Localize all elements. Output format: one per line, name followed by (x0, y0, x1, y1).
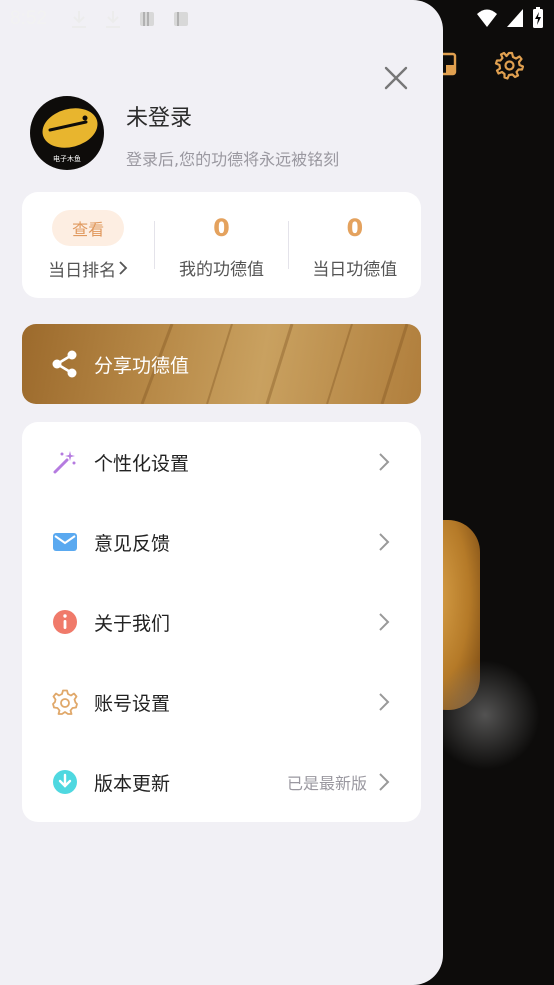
version-status-text: 已是最新版 (286, 774, 367, 793)
chevron-right-icon (119, 261, 128, 275)
side-drawer: 电子木鱼 未登录 登录后,您的功德将永远被铭刻 查看 当日排名 0 我的功德值 … (0, 0, 443, 985)
menu-item-label: 个性化设置 (94, 452, 190, 475)
avatar[interactable]: 电子木鱼 (30, 96, 104, 170)
wifi-icon (477, 9, 497, 27)
my-merit-label: 我的功德值 (178, 259, 264, 280)
status-icons-left (69, 9, 191, 29)
chevron-right-icon (379, 773, 390, 791)
glow-effect (430, 660, 540, 770)
my-merit-stat: 0 我的功德值 (155, 211, 287, 280)
daily-merit-value: 0 (346, 213, 364, 242)
status-time: 8:52 (10, 8, 47, 29)
chevron-right-icon (379, 453, 390, 471)
menu-item-about-us[interactable]: 关于我们 (22, 582, 421, 662)
gear-icon[interactable] (494, 50, 524, 80)
daily-merit-stat: 0 当日功德值 (289, 211, 421, 280)
mail-icon (53, 533, 77, 551)
chevron-right-icon (379, 613, 390, 631)
daily-rank-stat[interactable]: 查看 当日排名 (22, 209, 154, 281)
daily-rank-label[interactable]: 当日排名 (48, 256, 128, 281)
menu-list: 个性化设置 意见反馈 关于我们 账号设置 版本更新 已是最新版 (22, 422, 421, 822)
wood-texture (140, 324, 409, 404)
profile-text: 未登录 登录后,您的功德将永远被铭刻 (126, 100, 339, 170)
user-profile[interactable]: 电子木鱼 未登录 登录后,您的功德将永远被铭刻 (30, 96, 339, 170)
avatar-caption: 电子木鱼 (53, 155, 81, 163)
status-icons-right (476, 7, 544, 29)
menu-item-label: 版本更新 (94, 772, 171, 795)
menu-item-account-settings[interactable]: 账号设置 (22, 662, 421, 742)
menu-item-label: 意见反馈 (94, 532, 171, 555)
my-merit-value: 0 (213, 213, 230, 242)
info-icon (53, 610, 77, 634)
share-icon (52, 350, 77, 378)
view-rank-button[interactable]: 查看 (52, 209, 125, 246)
menu-item-personalization[interactable]: 个性化设置 (22, 422, 421, 502)
notification-icon (173, 12, 188, 26)
download-circle-icon (53, 770, 77, 794)
chevron-right-icon (379, 693, 390, 711)
signal-icon (507, 9, 523, 27)
status-bar: 8:52 (0, 0, 554, 38)
chevron-right-icon (379, 533, 390, 551)
notification-icon (139, 12, 154, 26)
download-icon (71, 11, 86, 28)
menu-item-label: 账号设置 (94, 692, 171, 715)
battery-icon (533, 7, 543, 28)
daily-rank-label-text: 当日排名 (48, 260, 117, 281)
gear-icon (52, 689, 78, 715)
profile-name[interactable]: 未登录 (126, 100, 339, 132)
profile-subtitle: 登录后,您的功德将永远被铭刻 (126, 150, 340, 169)
close-icon[interactable] (380, 62, 412, 94)
daily-merit-label: 当日功德值 (312, 259, 398, 280)
magic-wand-icon (53, 451, 76, 474)
menu-item-version-update[interactable]: 版本更新 已是最新版 (22, 742, 421, 822)
menu-item-label: 关于我们 (94, 612, 171, 635)
download-icon (105, 11, 120, 28)
share-label: 分享功德值 (94, 354, 190, 377)
stats-card: 查看 当日排名 0 我的功德值 0 当日功德值 (22, 192, 421, 298)
share-merit-button[interactable]: 分享功德值 (22, 324, 421, 404)
menu-item-feedback[interactable]: 意见反馈 (22, 502, 421, 582)
